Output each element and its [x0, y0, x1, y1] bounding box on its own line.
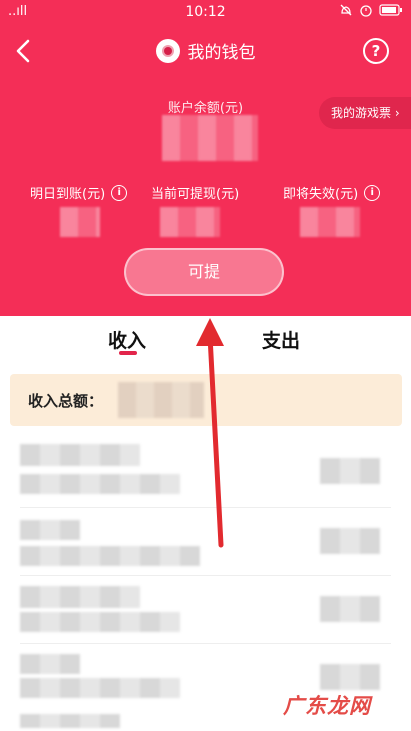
help-icon[interactable]: ? — [363, 38, 389, 64]
stat-label: 即将失效(元) — [283, 187, 359, 202]
stat-tomorrow-arrival: 明日到账(元) i — [30, 183, 128, 202]
income-total-label: 收入总额： — [28, 392, 104, 410]
balance-amount-redacted — [162, 115, 258, 161]
mute-bell-icon — [340, 4, 352, 16]
info-icon[interactable]: i — [364, 184, 381, 201]
my-game-tickets-button[interactable]: 我的游戏票 › — [319, 97, 411, 129]
stat-value-redacted — [160, 207, 220, 237]
stat-value-redacted — [60, 207, 100, 237]
withdraw-button[interactable]: 可提 — [124, 248, 284, 296]
page-title-text: 我的钱包 — [187, 43, 256, 63]
tab-expense[interactable]: 支出 — [262, 326, 300, 353]
income-summary-bar: 收入总额： — [10, 374, 402, 426]
stat-label: 当前可提现(元) — [151, 187, 240, 202]
tab-income[interactable]: 收入 — [108, 326, 146, 353]
tab-active-indicator — [119, 351, 137, 355]
status-bar: ..ıll 10:12 — [0, 0, 411, 24]
stat-withdrawable: 当前可提现(元) — [151, 183, 239, 202]
alarm-icon — [360, 5, 372, 17]
stat-value-redacted — [300, 207, 360, 237]
watermark-text: 广东龙网 — [283, 694, 371, 718]
list-item[interactable] — [0, 432, 411, 508]
list-item[interactable] — [0, 508, 411, 576]
info-icon[interactable]: i — [111, 184, 128, 201]
stat-label: 明日到账(元) — [30, 187, 106, 202]
stat-expiring: 即将失效(元) i — [283, 183, 381, 202]
status-icons — [339, 3, 403, 17]
wallet-logo-icon — [155, 38, 180, 63]
list-item[interactable] — [0, 576, 411, 644]
income-total-redacted — [118, 382, 204, 418]
battery-icon — [379, 4, 402, 16]
page-title: 我的钱包 — [0, 38, 411, 63]
